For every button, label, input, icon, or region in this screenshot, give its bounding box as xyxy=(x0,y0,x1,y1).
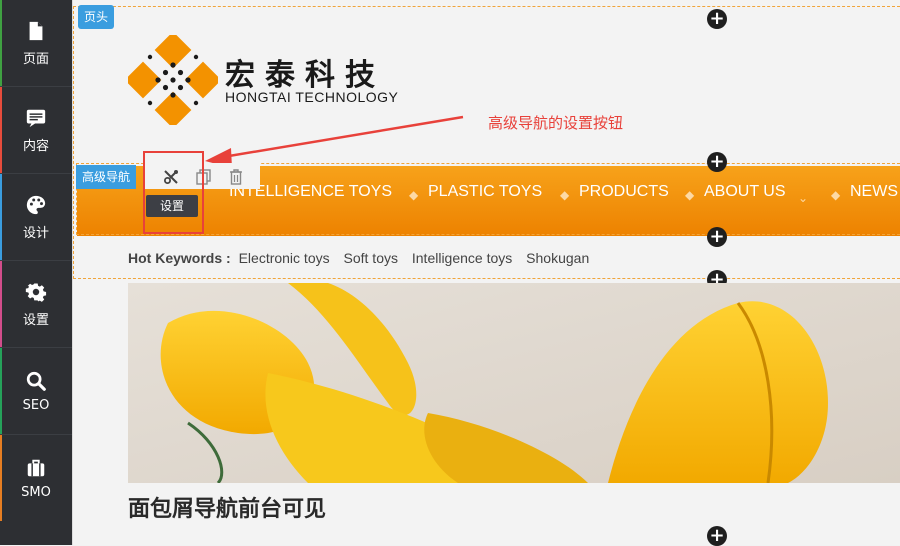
highlight-box xyxy=(143,151,204,234)
company-logo xyxy=(128,35,218,125)
sidebar-accent xyxy=(0,261,2,347)
annotation-text: 高级导航的设置按钮 xyxy=(488,114,624,132)
add-section-button[interactable]: + xyxy=(707,526,727,546)
keyword-link[interactable]: Soft toys xyxy=(344,250,398,266)
sidebar-item-smo[interactable]: SMO xyxy=(0,435,72,521)
nav-item-about-us[interactable]: ABOUT US xyxy=(704,183,786,201)
keyword-link[interactable]: Shokugan xyxy=(526,250,589,266)
chevron-down-icon: ⌄ xyxy=(798,191,809,205)
sidebar-accent xyxy=(0,348,2,434)
nav-item-products[interactable]: PRODUCTS xyxy=(579,183,669,201)
editor-canvas: 页头 宏泰科技 HONGTAI TECHNOLOGY + 高级导航的设置按钮 I… xyxy=(73,0,900,546)
briefcase-icon xyxy=(27,459,45,476)
banner-image xyxy=(128,283,900,483)
keyword-link[interactable]: Intelligence toys xyxy=(412,250,512,266)
sidebar-item-page[interactable]: 页面 xyxy=(0,0,72,87)
gear-icon xyxy=(25,283,47,302)
palette-icon xyxy=(26,195,46,214)
sidebar-item-seo[interactable]: SEO xyxy=(0,348,72,435)
sidebar-item-label: SEO xyxy=(22,397,50,413)
sidebar-item-label: SMO xyxy=(21,484,51,500)
add-section-button[interactable]: + xyxy=(707,9,727,29)
breadcrumb-note: 面包屑导航前台可见 xyxy=(128,497,327,522)
brand-name-en: HONGTAI TECHNOLOGY xyxy=(225,89,399,105)
sidebar-item-label: 设置 xyxy=(22,312,49,328)
nav-separator: ◆ xyxy=(831,188,841,202)
nav-separator: ◆ xyxy=(560,188,570,202)
sidebar-accent xyxy=(0,174,2,260)
sidebar-accent xyxy=(0,0,2,86)
sidebar-item-settings[interactable]: 设置 xyxy=(0,261,72,348)
sidebar-item-content[interactable]: 内容 xyxy=(0,87,72,174)
left-sidebar: 页面 内容 设计 设置 SEO SMO xyxy=(0,0,72,545)
brand-name-cn: 宏泰科技 xyxy=(225,58,385,93)
trash-icon[interactable] xyxy=(227,168,245,186)
content-icon xyxy=(26,109,46,127)
sidebar-item-design[interactable]: 设计 xyxy=(0,174,72,261)
file-icon xyxy=(29,21,43,40)
nav-separator: ◆ xyxy=(685,188,695,202)
keyword-link[interactable]: Electronic toys xyxy=(239,250,330,266)
sidebar-item-label: 内容 xyxy=(22,138,49,154)
sidebar-accent xyxy=(0,87,2,173)
hot-keywords: Hot Keywords : Electronic toys Soft toys… xyxy=(128,250,599,266)
nav-item-plastic-toys[interactable]: PLASTIC TOYS xyxy=(428,183,542,201)
nav-item-news[interactable]: NEWS xyxy=(850,183,898,201)
advanced-nav-tag[interactable]: 高级导航 xyxy=(76,165,137,189)
sidebar-item-label: 页面 xyxy=(22,51,49,67)
hot-keywords-label: Hot Keywords : xyxy=(128,250,231,266)
search-icon xyxy=(26,371,46,391)
add-section-button[interactable]: + xyxy=(707,152,727,172)
nav-separator: ◆ xyxy=(409,188,419,202)
sidebar-item-label: 设计 xyxy=(22,225,49,241)
add-section-button[interactable]: + xyxy=(707,227,727,247)
sidebar-accent xyxy=(0,435,2,521)
header-tag[interactable]: 页头 xyxy=(78,5,115,29)
